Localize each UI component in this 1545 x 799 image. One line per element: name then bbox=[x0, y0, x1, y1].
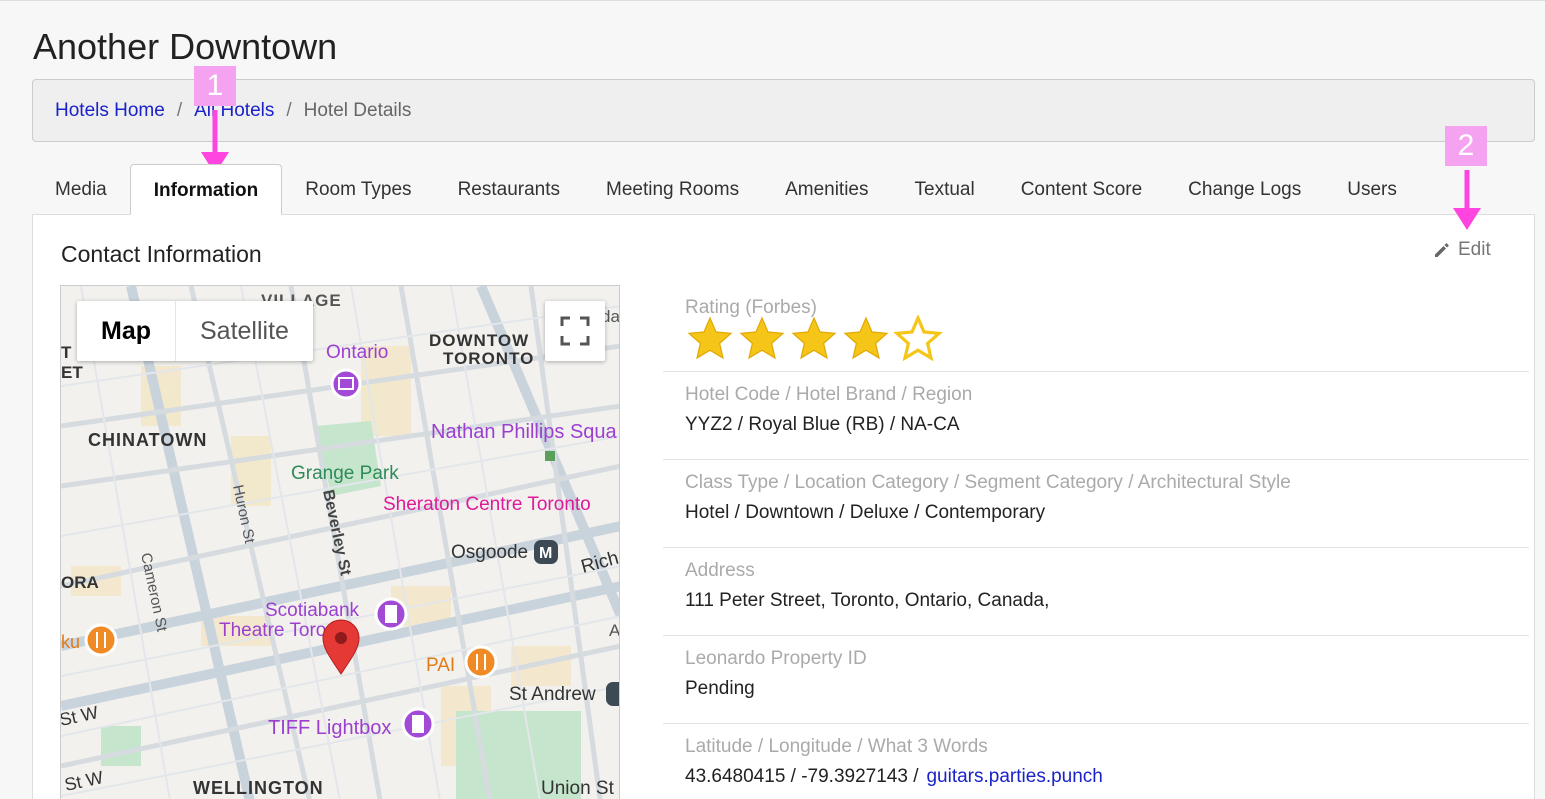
tab-restaurants[interactable]: Restaurants bbox=[435, 164, 583, 215]
annotation-arrow-icon bbox=[1453, 170, 1481, 230]
field-label: Latitude / Longitude / What 3 Words bbox=[685, 736, 988, 757]
satellite-view-button[interactable]: Satellite bbox=[176, 301, 313, 361]
tab-content-score[interactable]: Content Score bbox=[998, 164, 1165, 215]
map-view-button[interactable]: Map bbox=[77, 301, 176, 361]
star-filled-icon bbox=[843, 316, 889, 360]
field-value: Pending bbox=[685, 678, 755, 699]
map-label-tiff: TIFF Lightbox bbox=[268, 717, 391, 739]
field-label: Class Type / Location Category / Segment… bbox=[685, 472, 1291, 493]
coordinates-field: Latitude / Longitude / What 3 Words 43.6… bbox=[663, 724, 1529, 799]
breadcrumb: Hotels Home / All Hotels / Hotel Details bbox=[32, 79, 1535, 142]
field-value: Hotel / Downtown / Deluxe / Contemporary bbox=[685, 502, 1046, 523]
field-value: 111 Peter Street, Toronto, Ontario, Cana… bbox=[685, 590, 1050, 611]
tab-users[interactable]: Users bbox=[1324, 164, 1420, 215]
star-filled-icon bbox=[739, 316, 785, 360]
star-filled-icon bbox=[791, 316, 837, 360]
restaurant-marker-icon[interactable] bbox=[84, 623, 118, 657]
map-label-downtown: DOWNTOW bbox=[429, 331, 529, 350]
section-title: Contact Information bbox=[61, 241, 262, 267]
map-label-sheraton: Sheraton Centre Toronto bbox=[383, 494, 591, 515]
map-label-nathan-phillips: Nathan Phillips Squa bbox=[431, 421, 618, 443]
map[interactable]: VILLAGE DOWNTOW TORONTO T ET da Ontario … bbox=[60, 285, 620, 799]
edit-button[interactable]: Edit bbox=[1432, 239, 1491, 261]
address-field: Address 111 Peter Street, Toronto, Ontar… bbox=[663, 548, 1529, 636]
scotiabank-theatre-marker-icon[interactable] bbox=[374, 597, 408, 631]
field-value: 43.6480415 / -79.3927143 / guitars.partie… bbox=[685, 766, 1103, 788]
tab-room-types[interactable]: Room Types bbox=[282, 164, 434, 215]
map-label-ontario: Ontario bbox=[326, 342, 388, 363]
map-label-a: A bbox=[609, 621, 620, 640]
breadcrumb-hotels-home[interactable]: Hotels Home bbox=[55, 100, 165, 122]
page-title: Another Downtown bbox=[33, 26, 338, 67]
star-rating bbox=[685, 315, 943, 361]
breadcrumb-separator: / bbox=[176, 99, 183, 121]
map-canvas[interactable]: VILLAGE DOWNTOW TORONTO T ET da Ontario … bbox=[61, 286, 620, 799]
map-type-toggle: Map Satellite bbox=[77, 301, 313, 361]
subway-letter: M bbox=[539, 545, 552, 562]
breadcrumb-separator: / bbox=[286, 99, 292, 121]
field-label: Address bbox=[685, 560, 755, 581]
rating-field: Rating (Forbes) bbox=[663, 285, 1529, 372]
map-label-grange-park: Grange Park bbox=[291, 463, 399, 484]
leonardo-property-id-field: Leonardo Property ID Pending bbox=[663, 636, 1529, 724]
map-label-wellington: WELLINGTON bbox=[193, 778, 324, 798]
tab-bar: Media Information Room Types Restaurants… bbox=[32, 164, 1420, 215]
hotel-details-list: Rating (Forbes) Hotel Code / Hotel Brand… bbox=[663, 285, 1529, 799]
top-divider bbox=[0, 0, 1545, 3]
class-type-field: Class Type / Location Category / Segment… bbox=[663, 460, 1529, 548]
edit-label: Edit bbox=[1458, 239, 1491, 260]
pai-restaurant-marker-icon[interactable] bbox=[464, 645, 498, 679]
coordinates-value: 43.6480415 / -79.3927143 / bbox=[685, 766, 919, 787]
map-label-t: T bbox=[61, 343, 72, 362]
breadcrumb-hotel-details: Hotel Details bbox=[303, 99, 412, 121]
tab-amenities[interactable]: Amenities bbox=[762, 164, 891, 215]
map-label-st-andrew: St Andrew bbox=[509, 684, 596, 705]
map-label-chinatown: CHINATOWN bbox=[88, 430, 207, 450]
hotel-code-field: Hotel Code / Hotel Brand / Region YYZ2 /… bbox=[663, 372, 1529, 460]
star-filled-icon bbox=[687, 316, 733, 360]
map-label-toronto: TORONTO bbox=[443, 349, 534, 368]
star-empty-icon bbox=[893, 315, 943, 361]
map-label-ora: ORA bbox=[61, 573, 99, 592]
nathan-phillips-marker-icon[interactable] bbox=[545, 451, 555, 461]
map-label-scotiabank: Scotiabank bbox=[265, 600, 360, 621]
tab-change-logs[interactable]: Change Logs bbox=[1165, 164, 1324, 215]
osgoode-subway-icon[interactable]: M bbox=[534, 540, 558, 564]
map-label-pai: PAI bbox=[426, 655, 455, 676]
annotation-marker-1: 1 bbox=[194, 66, 236, 106]
st-andrew-subway-icon[interactable] bbox=[606, 682, 620, 706]
tab-media[interactable]: Media bbox=[32, 164, 130, 215]
fullscreen-button[interactable] bbox=[545, 301, 605, 361]
map-label-union: Union St bbox=[541, 778, 615, 799]
tiff-marker-icon[interactable] bbox=[401, 707, 435, 741]
what3words-link[interactable]: guitars.parties.punch bbox=[926, 766, 1102, 787]
map-label-et: ET bbox=[61, 363, 83, 382]
pencil-icon bbox=[1435, 243, 1449, 257]
field-label: Leonardo Property ID bbox=[685, 648, 867, 669]
tab-textual[interactable]: Textual bbox=[892, 164, 998, 215]
field-value: YYZ2 / Royal Blue (RB) / NA-CA bbox=[685, 414, 960, 435]
annotation-marker-2: 2 bbox=[1445, 126, 1487, 166]
fullscreen-icon bbox=[560, 316, 590, 346]
tab-meeting-rooms[interactable]: Meeting Rooms bbox=[583, 164, 762, 215]
field-label: Hotel Code / Hotel Brand / Region bbox=[685, 384, 973, 405]
ontario-marker-icon[interactable] bbox=[330, 368, 362, 400]
tab-information[interactable]: Information bbox=[129, 164, 283, 215]
map-label-ku: ku bbox=[61, 632, 80, 652]
map-label-osgoode: Osgoode bbox=[451, 542, 528, 563]
